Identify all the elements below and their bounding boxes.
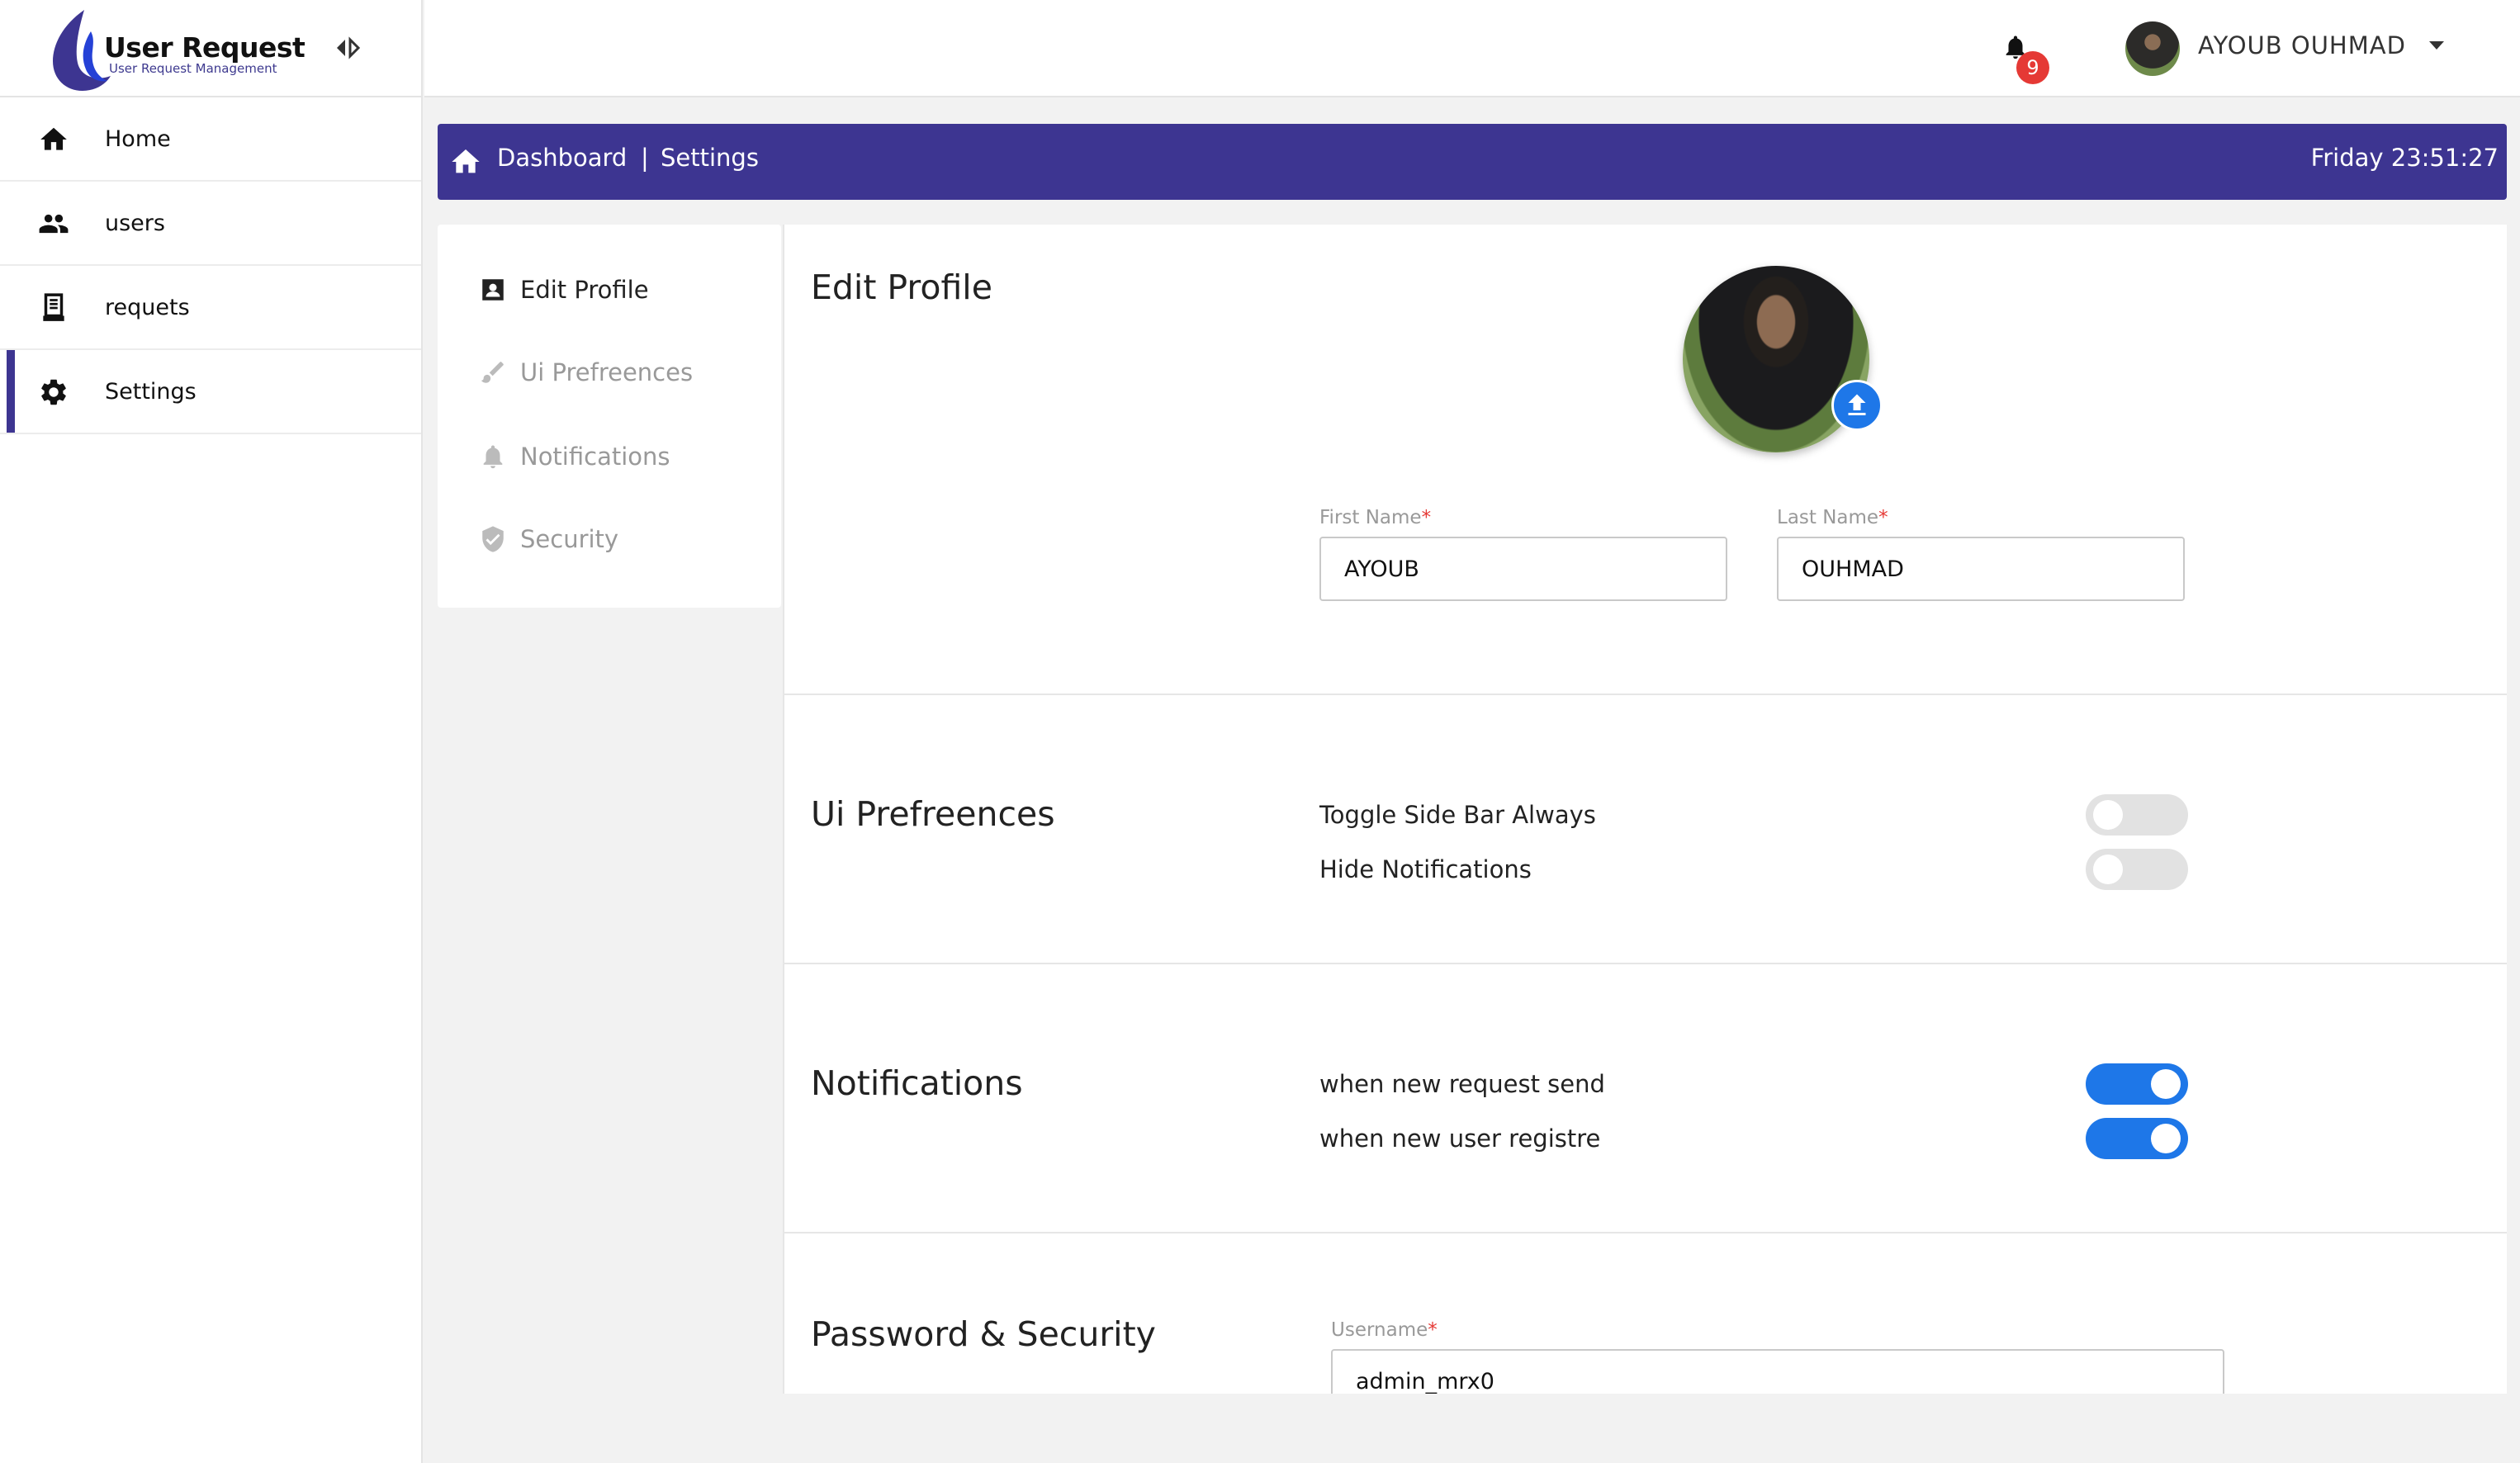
upload-photo-button[interactable] [1831,380,1883,431]
sidebar-item-label: requets [105,294,190,320]
settings-menu-edit-profile[interactable]: Edit Profile [479,269,649,310]
section-title: Notifications [811,1063,1023,1103]
new-user-switch[interactable] [2086,1118,2188,1159]
last-name-label: Last Name* [1777,507,1888,528]
app-subtitle: User Request Management [109,61,277,76]
home-icon [40,127,67,150]
toggle-sidebar-label: Toggle Side Bar Always [1319,801,1596,829]
settings-menu-label: Edit Profile [520,276,649,304]
security-section: Password & Security Username* [784,1233,2507,1394]
chevron-down-icon[interactable] [2429,41,2444,50]
home-icon[interactable] [449,145,482,178]
new-request-switch[interactable] [2086,1063,2188,1105]
toggle-sidebar-switch[interactable] [2086,794,2188,836]
breadcrumb: Dashboard | Settings Friday 23:51:27 [438,124,2507,200]
upload-icon [1848,394,1866,415]
first-name-label: First Name* [1319,507,1431,528]
new-user-label: when new user registre [1319,1124,1601,1153]
settings-menu-label: Security [520,525,619,553]
app-title: User Request [104,31,306,64]
notification-count-badge: 9 [2016,51,2049,84]
settings-menu-notifications[interactable]: Notifications [479,436,670,477]
breadcrumb-dashboard[interactable]: Dashboard [497,144,627,172]
required-mark: * [1421,507,1432,528]
clock: Friday 23:51:27 [2310,144,2499,172]
settings-menu-security[interactable]: Security [479,518,618,560]
sidebar-item-label: Home [105,125,171,152]
breadcrumb-settings[interactable]: Settings [661,144,759,172]
section-title: Edit Profile [811,268,992,307]
settings-menu-ui-preferences[interactable]: Ui Prefreences [479,352,693,393]
switch-knob [2151,1124,2181,1153]
notifications-section: Notifications when new request send when… [784,964,2507,1233]
profile-card-icon [482,279,504,301]
required-mark: * [1878,507,1888,528]
section-title: Ui Prefreences [811,794,1055,834]
switch-knob [2151,1069,2181,1099]
edit-profile-section: Edit Profile First Name* Last Name* [784,225,2507,695]
hide-notifications-label: Hide Notifications [1319,855,1532,883]
sidebar-item-label: Settings [105,378,197,405]
last-name-label-text: Last Name [1777,507,1879,528]
settings-panel: Edit Profile First Name* Last Name* Ui P… [783,225,2507,1394]
settings-menu-label: Notifications [520,443,670,471]
gear-icon [41,379,66,405]
new-request-label: when new request send [1319,1070,1605,1098]
settings-menu: Edit Profile Ui Prefreences Notification… [438,225,781,608]
sidebar-item-home[interactable]: Home [0,97,421,182]
hide-notifications-switch[interactable] [2086,849,2188,890]
switch-knob [2093,855,2123,884]
document-icon [43,293,64,321]
username-label: Username* [1331,1319,1438,1341]
sidebar-item-users[interactable]: users [0,182,421,266]
brush-icon [481,362,504,383]
sidebar-item-settings[interactable]: Settings [0,350,421,434]
sidebar-item-label: users [105,210,165,236]
notifications-button[interactable]: 9 [2001,33,2051,84]
users-icon [39,214,69,234]
first-name-field[interactable] [1319,537,1727,601]
sidebar-item-requests[interactable]: requets [0,266,421,350]
section-title: Password & Security [811,1314,1156,1354]
sidebar: User Request User Request Management Hom… [0,0,423,1463]
collapse-sidebar-icon[interactable] [334,36,362,59]
avatar[interactable] [2125,21,2180,76]
username-label-text: Username [1331,1319,1428,1341]
breadcrumb-separator: | [641,144,649,172]
required-mark: * [1428,1319,1438,1341]
logo-area: User Request User Request Management [0,0,421,97]
last-name-field[interactable] [1777,537,2185,601]
shield-icon [482,526,504,552]
user-name[interactable]: AYOUB OUHMAD [2198,31,2406,59]
ui-preferences-section: Ui Prefreences Toggle Side Bar Always Hi… [784,695,2507,964]
bell-icon [483,445,503,469]
settings-menu-label: Ui Prefreences [520,358,694,386]
username-field[interactable] [1331,1349,2224,1394]
switch-knob [2093,800,2123,830]
first-name-label-text: First Name [1319,507,1422,528]
